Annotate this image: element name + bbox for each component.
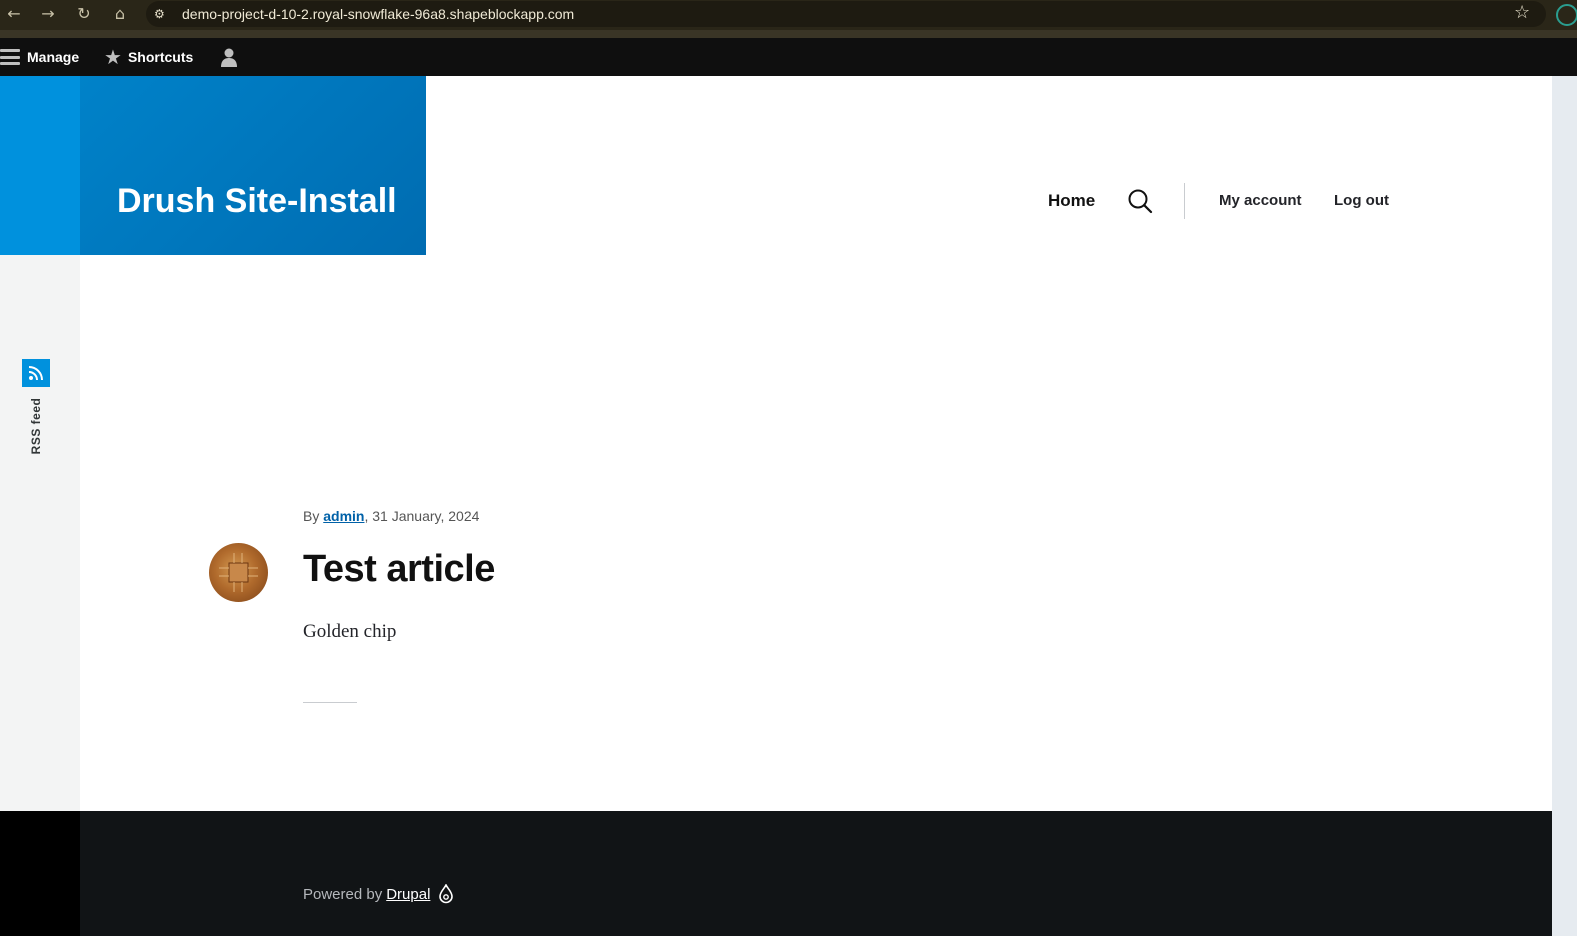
powered-by-text: Powered by [303, 885, 383, 903]
forward-icon[interactable]: → [38, 4, 58, 24]
site-footer [80, 811, 1552, 936]
home-icon[interactable]: ⌂ [110, 4, 130, 24]
site-name-link[interactable]: Drush Site-Install [117, 182, 397, 221]
log-out-link[interactable]: Log out [1334, 192, 1389, 209]
page-edge [1552, 76, 1577, 936]
site-branding [80, 76, 426, 255]
manage-button[interactable]: Manage [0, 38, 79, 76]
address-bar[interactable]: ⚙ demo-project-d-10-2.royal-snowflake-96… [146, 1, 1546, 27]
meta-date: , 31 January, 2024 [364, 508, 480, 524]
nav-home-link[interactable]: Home [1048, 191, 1095, 211]
article-title: Test article [303, 548, 495, 590]
admin-toolbar: Manage ★ Shortcuts [0, 38, 1577, 76]
back-icon[interactable]: ← [4, 4, 24, 24]
rss-icon [28, 366, 43, 381]
browser-bar: ← → ↻ ⌂ ⚙ demo-project-d-10-2.royal-snow… [0, 0, 1577, 38]
manage-label: Manage [27, 49, 80, 65]
my-account-link[interactable]: My account [1219, 192, 1302, 209]
author-link[interactable]: admin [323, 508, 364, 524]
hamburger-icon [0, 49, 20, 65]
star-icon: ★ [104, 45, 122, 69]
shortcuts-button[interactable]: ★ Shortcuts [104, 38, 193, 76]
chip-image [219, 553, 258, 592]
rss-button[interactable] [22, 359, 50, 387]
sidebar-header [0, 76, 80, 255]
drupal-drop-icon [439, 884, 454, 904]
meta-by: By [303, 508, 320, 524]
article-body: Golden chip [303, 621, 397, 642]
nav-divider [1184, 183, 1185, 219]
shortcuts-label: Shortcuts [127, 49, 194, 65]
user-icon[interactable] [219, 47, 239, 67]
browser-bar-shade [0, 30, 1577, 38]
article-divider [303, 702, 357, 703]
bookmark-star-icon[interactable]: ☆ [1514, 3, 1530, 23]
site-settings-icon[interactable]: ⚙ [154, 6, 170, 22]
drupal-link[interactable]: Drupal [386, 886, 430, 903]
profile-avatar[interactable] [1556, 4, 1577, 26]
reload-icon[interactable]: ↻ [74, 4, 94, 24]
author-avatar [209, 543, 268, 602]
address-url[interactable]: demo-project-d-10-2.royal-snowflake-96a8… [182, 6, 574, 22]
powered-by: Powered by Drupal [303, 884, 454, 904]
footer-sidebar [0, 811, 80, 936]
article-meta: By admin, 31 January, 2024 [303, 508, 479, 524]
rss-feed-label[interactable]: RSS feed [29, 398, 43, 455]
search-icon[interactable] [1127, 188, 1153, 214]
